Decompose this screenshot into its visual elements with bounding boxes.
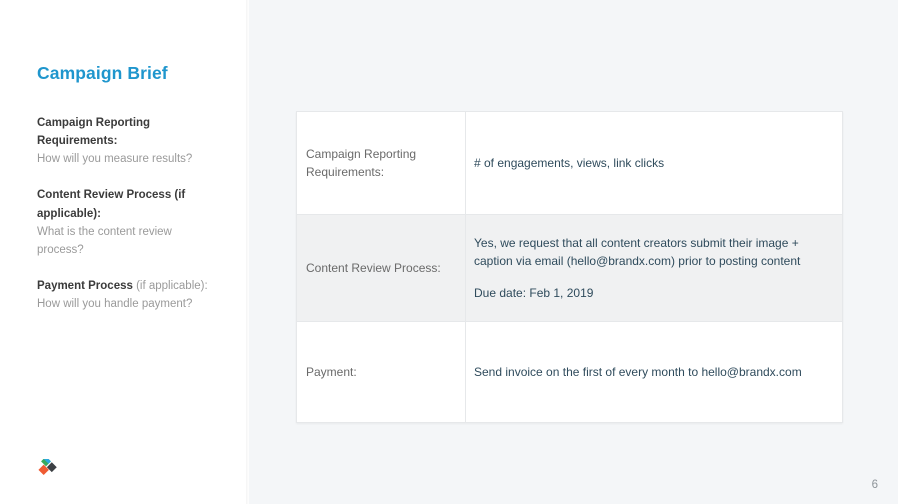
campaign-brief-table-wrapper: Campaign Reporting Requirements: # of en… — [296, 111, 843, 423]
value-line: Due date: Feb 1, 2019 — [474, 286, 594, 300]
table-row-value: # of engagements, views, link clicks — [465, 111, 843, 215]
prompt-question-bold: Content Review Process (if applicable): — [37, 189, 186, 220]
prompt-answer: What is the content review process? — [37, 225, 172, 256]
prompt-question: Campaign Reporting Requirements: — [37, 114, 217, 150]
prompt-item: Campaign Reporting Requirements: How wil… — [37, 114, 217, 168]
value-line: Send invoice on the first of every month… — [474, 365, 802, 379]
value-line: # of engagements, views, link clicks — [474, 156, 665, 170]
prompt-answer: How will you measure results? — [37, 153, 193, 166]
content-area: Campaign Reporting Requirements: # of en… — [249, 0, 898, 504]
sidebar: Campaign Brief Campaign Reporting Requir… — [0, 0, 249, 504]
prompt-answer: How will you handle payment? — [37, 298, 193, 311]
prompt-question-bold: Payment Process — [37, 280, 133, 293]
prompt-item: Payment Process (if applicable): How wil… — [37, 277, 217, 313]
prompt-list: Campaign Reporting Requirements: How wil… — [37, 114, 217, 331]
table-row-value: Yes, we request that all content creator… — [465, 214, 843, 322]
table-row: Payment: Send invoice on the first of ev… — [296, 321, 843, 423]
table-row: Content Review Process: Yes, we request … — [296, 214, 843, 322]
prompt-item: Content Review Process (if applicable): … — [37, 186, 217, 259]
value-line: Yes, we request that all content creator… — [474, 236, 801, 268]
page-title: Campaign Brief — [37, 63, 168, 83]
campaign-brief-table: Campaign Reporting Requirements: # of en… — [296, 111, 843, 423]
prompt-question: Payment Process (if applicable): — [37, 277, 217, 295]
prompt-question-soft: (if applicable): — [132, 280, 208, 293]
table-row-label: Payment: — [296, 321, 466, 423]
table-row-label: Content Review Process: — [296, 214, 466, 322]
prompt-question-bold: Campaign Reporting Requirements: — [37, 117, 151, 148]
page-number: 6 — [871, 479, 878, 491]
table-row: Campaign Reporting Requirements: # of en… — [296, 111, 843, 215]
brand-logo-icon — [34, 456, 58, 483]
table-row-value: Send invoice on the first of every month… — [465, 321, 843, 423]
prompt-question: Content Review Process (if applicable): — [37, 186, 217, 222]
slide: Campaign Brief Campaign Reporting Requir… — [0, 0, 898, 504]
table-row-label: Campaign Reporting Requirements: — [296, 111, 466, 215]
